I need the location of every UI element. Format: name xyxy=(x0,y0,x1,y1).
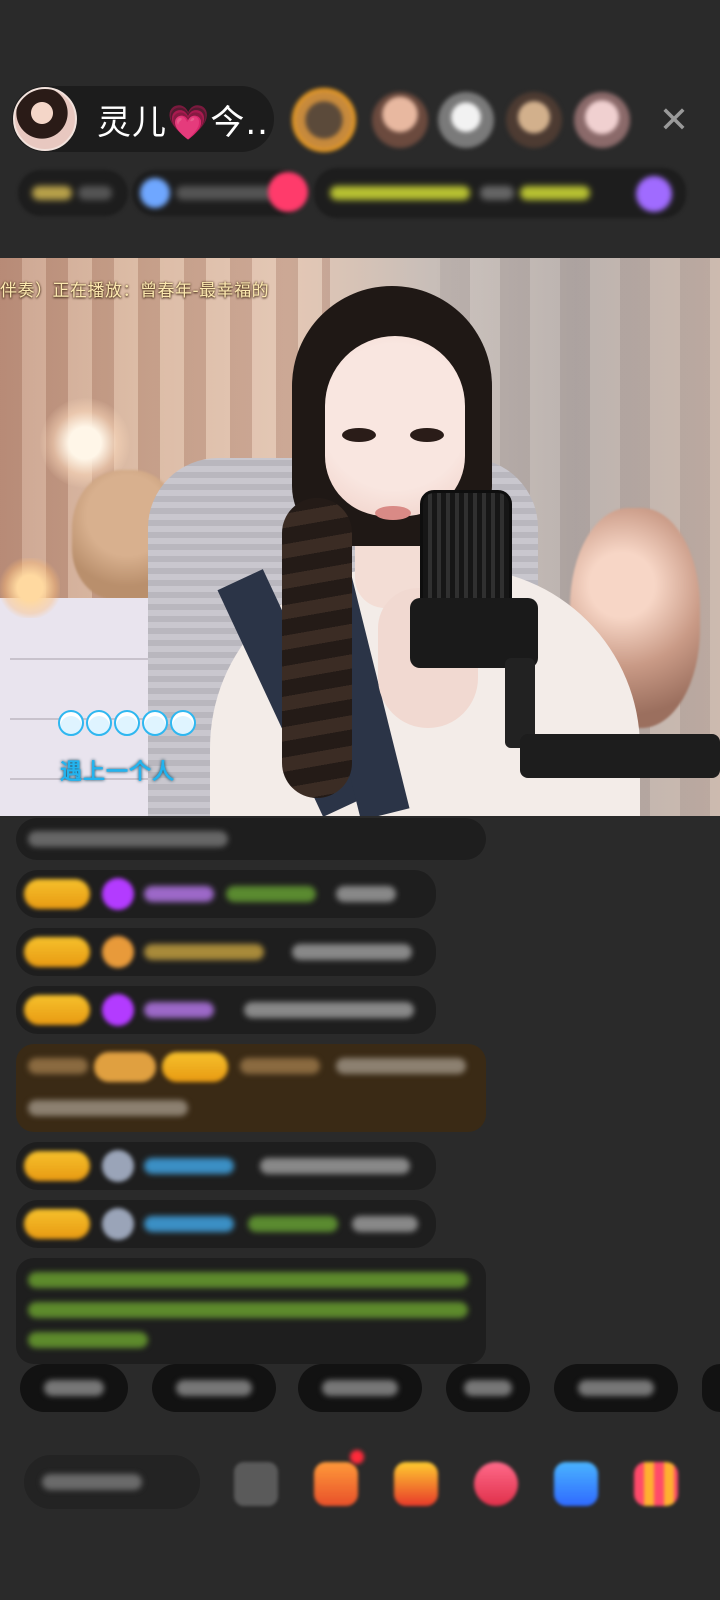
notification-dot xyxy=(350,1450,364,1464)
chat-message[interactable] xyxy=(16,1200,436,1248)
room-announcement-bar[interactable] xyxy=(314,168,686,218)
top-viewer-avatar-5[interactable] xyxy=(574,92,630,148)
live-video-stream[interactable]: 伴奏）正在播放：曾春年-最幸福的 遇上一个人 xyxy=(0,258,720,816)
user-avatar xyxy=(102,1208,134,1240)
room-rank-badge[interactable] xyxy=(18,170,128,216)
chat-message[interactable] xyxy=(16,928,436,976)
top-viewer-avatar-4[interactable] xyxy=(506,92,562,148)
chat-message[interactable] xyxy=(16,1142,436,1190)
vip-gem-icon xyxy=(102,994,134,1026)
lyric-dot xyxy=(58,710,84,736)
chat-input[interactable] xyxy=(24,1455,200,1509)
host-avatar[interactable] xyxy=(13,87,77,151)
top-viewer-avatar-3[interactable] xyxy=(438,92,494,148)
quick-chip-6[interactable] xyxy=(702,1364,720,1412)
quick-chip-5[interactable] xyxy=(554,1364,678,1412)
close-icon[interactable]: ✕ xyxy=(652,98,696,142)
hot-badge-icon[interactable] xyxy=(268,172,308,212)
emoji-icon[interactable] xyxy=(234,1462,278,1506)
quick-chip-4[interactable] xyxy=(446,1364,530,1412)
lyric-dot xyxy=(170,710,196,736)
fan-level-badge xyxy=(24,937,90,967)
top-viewer-avatar-2[interactable] xyxy=(372,92,428,148)
fan-level-badge xyxy=(24,1151,90,1181)
system-notice-message[interactable] xyxy=(16,1258,486,1364)
top-viewer-avatar-1[interactable] xyxy=(292,88,356,152)
gift-box-icon[interactable] xyxy=(314,1462,358,1506)
user-avatar xyxy=(102,1150,134,1182)
fan-level-badge xyxy=(162,1052,228,1082)
quick-chip-3[interactable] xyxy=(298,1364,422,1412)
level-icon xyxy=(102,936,134,968)
host-info-pill[interactable]: 灵儿💗今... xyxy=(12,86,274,152)
lyric-progress-dots xyxy=(58,710,196,736)
lyric-dot xyxy=(86,710,112,736)
more-grid-icon[interactable] xyxy=(634,1462,678,1506)
chat-message[interactable] xyxy=(16,818,486,860)
lyric-dot xyxy=(114,710,140,736)
room-badge-row xyxy=(18,168,706,218)
fan-level-badge xyxy=(24,879,90,909)
gamepad-icon[interactable] xyxy=(554,1462,598,1506)
quick-chip-1[interactable] xyxy=(20,1364,128,1412)
fan-level-badge xyxy=(24,1209,90,1239)
chat-message[interactable] xyxy=(16,986,436,1034)
quick-chip-2[interactable] xyxy=(152,1364,276,1412)
chat-message[interactable] xyxy=(16,870,436,918)
fan-level-badge xyxy=(24,995,90,1025)
treasure-icon[interactable] xyxy=(394,1462,438,1506)
lyric-line: 遇上一个人 xyxy=(60,760,176,785)
host-name[interactable]: 灵儿💗今... xyxy=(97,95,267,144)
highlighted-chat-message[interactable] xyxy=(16,1044,486,1132)
vip-gem-icon xyxy=(102,878,134,910)
now-playing-text: 伴奏）正在播放：曾春年-最幸福的 xyxy=(0,281,270,301)
lyric-dot xyxy=(142,710,168,736)
heart-icon[interactable] xyxy=(474,1462,518,1506)
